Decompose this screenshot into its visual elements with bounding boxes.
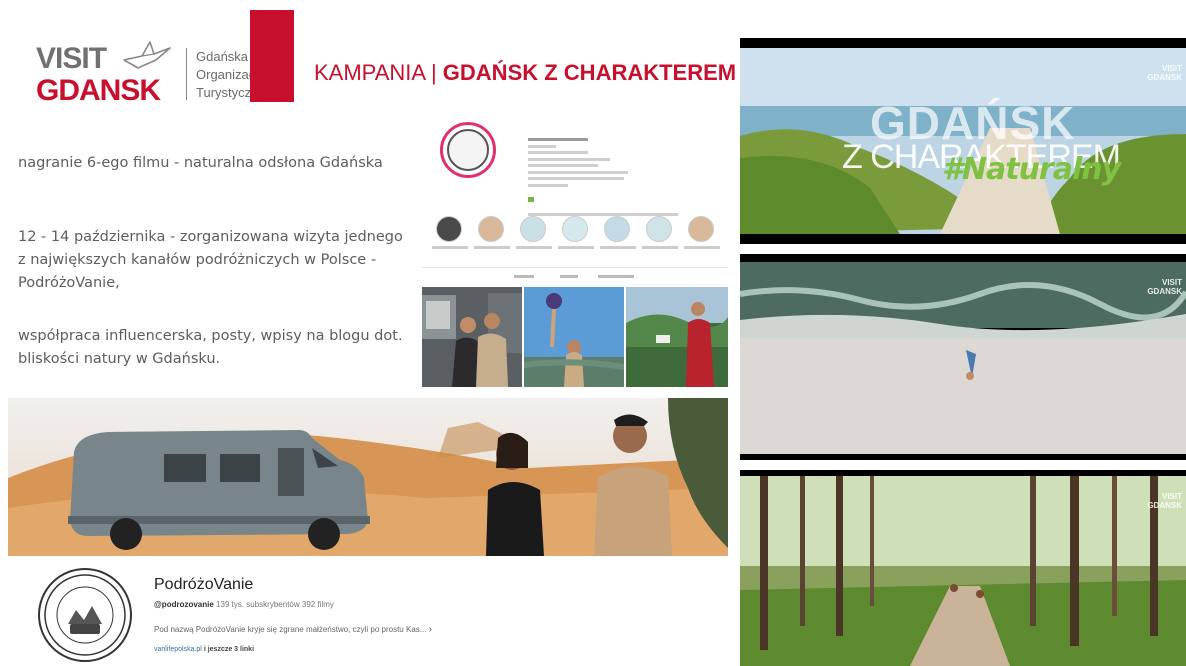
highlight-avatar xyxy=(436,216,462,242)
red-accent-block xyxy=(250,10,294,102)
frame-hashtag: #Naturalny xyxy=(942,152,1121,187)
logo-divider xyxy=(186,48,187,100)
bullet-text-1: nagranie 6-ego filmu - naturalna odsłona… xyxy=(18,155,383,171)
channel-link[interactable]: vanlifepolska.pl xyxy=(154,646,202,653)
logo-visit-text: VISIT xyxy=(36,42,107,75)
highlight-circle xyxy=(562,216,588,242)
campaign-prefix: KAMPANIA | xyxy=(314,60,443,85)
bullet-text-3: współpraca influencerska, posty, wpisy n… xyxy=(18,328,403,367)
highlight-circle xyxy=(520,216,546,242)
video-frame-forest: VISIT GDANSK xyxy=(740,470,1186,666)
channel-more-links: i jeszcze 3 linki xyxy=(201,646,255,653)
highlight-circle xyxy=(478,216,504,242)
instagram-tabs xyxy=(422,267,728,285)
youtube-channel-banner xyxy=(8,398,728,556)
campaign-name: GDAŃSK Z CHARAKTEREM xyxy=(442,60,737,85)
channel-description-text: Pod nazwą PodróżoVanie kryje się zgrane … xyxy=(154,625,427,634)
watermark-line-2: GDANSK xyxy=(1147,501,1182,510)
channel-badge-icon xyxy=(44,574,126,656)
visit-gdansk-watermark: VISIT GDANSK xyxy=(1147,492,1182,510)
channel-description[interactable]: Pod nazwą PodróżoVanie kryje się zgrane … xyxy=(154,624,432,635)
video-frame-aerial-beach: VISIT GDANSK xyxy=(740,254,1186,460)
instagram-post-image xyxy=(422,287,522,387)
visit-gdansk-watermark: VISIT GDANSK xyxy=(1147,278,1182,296)
watermark-line-2: GDANSK xyxy=(1147,287,1182,296)
watermark-line-1: VISIT xyxy=(1161,64,1182,73)
slide: VISIT GDANSK Gdańska Organizacja Turysty… xyxy=(0,0,1186,666)
highlight-circle xyxy=(646,216,672,242)
chevron-right-icon: › xyxy=(428,624,433,635)
campaign-title: KAMPANIA | GDAŃSK Z CHARAKTEREM xyxy=(314,60,736,86)
instagram-stats-line xyxy=(528,124,570,129)
channel-links[interactable]: vanlifepolska.pl i jeszcze 3 linki xyxy=(154,646,254,653)
channel-stats: 139 tys. subskrybentów 392 filmy xyxy=(216,600,334,609)
video-frame-beach: GDAŃSK Z CHARAKTEREM #Naturalny VISIT GD… xyxy=(740,38,1186,244)
channel-meta: @podrozovanie 139 tys. subskrybentów 392… xyxy=(154,600,334,609)
youtube-channel-info: PodróżoVanie @podrozovanie 139 tys. subs… xyxy=(8,560,728,666)
logo-gdansk-text: GDANSK xyxy=(36,74,161,107)
bullet-text-2: 12 - 14 października - zorganizowana wiz… xyxy=(18,229,403,291)
instagram-post-image xyxy=(626,287,728,387)
watermark-line-2: GDANSK xyxy=(1147,73,1182,82)
highlight-circle xyxy=(688,216,714,242)
channel-name[interactable]: PodróżoVanie xyxy=(154,576,253,594)
instagram-post-image xyxy=(524,287,624,387)
channel-logo xyxy=(38,568,132,662)
watermark-line-1: VISIT xyxy=(1161,278,1182,287)
bird-icon xyxy=(123,41,171,69)
highlight-circle xyxy=(604,216,630,242)
instagram-avatar xyxy=(440,122,496,178)
instagram-profile-screenshot xyxy=(422,112,728,388)
visit-gdansk-logo: VISIT GDANSK Gdańska Organizacja Turysty… xyxy=(36,40,266,110)
watermark-line-1: VISIT xyxy=(1161,492,1182,501)
channel-handle: @podrozovanie xyxy=(154,600,214,609)
visit-gdansk-watermark: VISIT GDANSK xyxy=(1147,64,1182,82)
instagram-bio-lines xyxy=(528,138,718,220)
